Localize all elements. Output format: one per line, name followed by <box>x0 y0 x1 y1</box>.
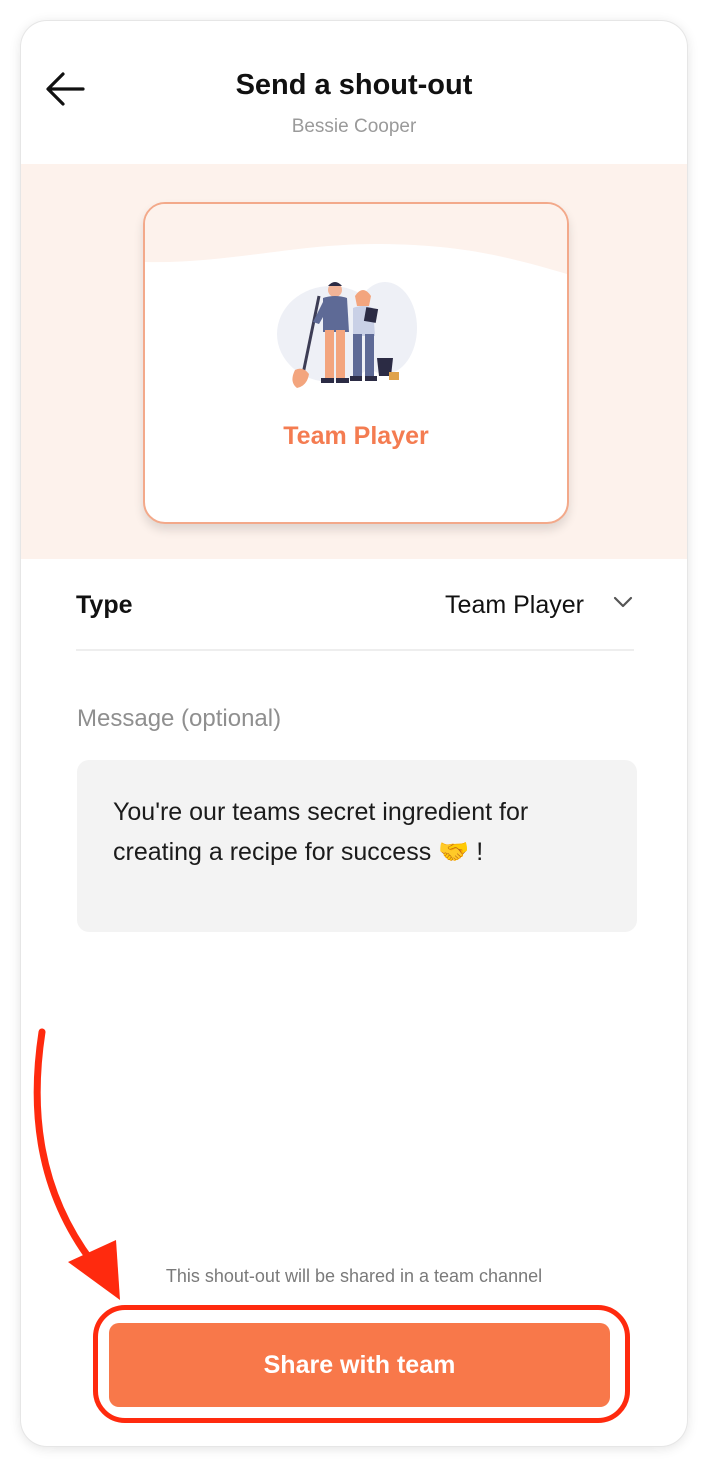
shout-out-preview: Team Player <box>21 164 687 559</box>
message-label: Message (optional) <box>77 705 282 732</box>
shout-out-card: Team Player <box>143 202 569 524</box>
page-title: Send a shout-out <box>235 69 473 101</box>
header: Send a shout-out Bessie Cooper <box>21 21 687 164</box>
message-text: You're our teams secret ingredient for c… <box>113 798 529 866</box>
type-selector[interactable]: Type Team Player <box>76 581 634 651</box>
recipient-name: Bessie Cooper <box>291 116 417 137</box>
type-label: Type <box>76 591 133 619</box>
card-wave-background <box>145 204 567 274</box>
chevron-down-icon <box>612 595 634 614</box>
message-field[interactable]: You're our teams secret ingredient for c… <box>77 760 637 932</box>
share-with-team-button[interactable]: Share with team <box>109 1323 610 1407</box>
card-title: Team Player <box>283 422 429 450</box>
team-player-illustration <box>277 282 417 388</box>
type-value: Team Player <box>445 591 584 619</box>
app-screen: Send a shout-out Bessie Cooper Team Play… <box>21 21 687 1446</box>
share-note: This shout-out will be shared in a team … <box>165 1266 543 1286</box>
